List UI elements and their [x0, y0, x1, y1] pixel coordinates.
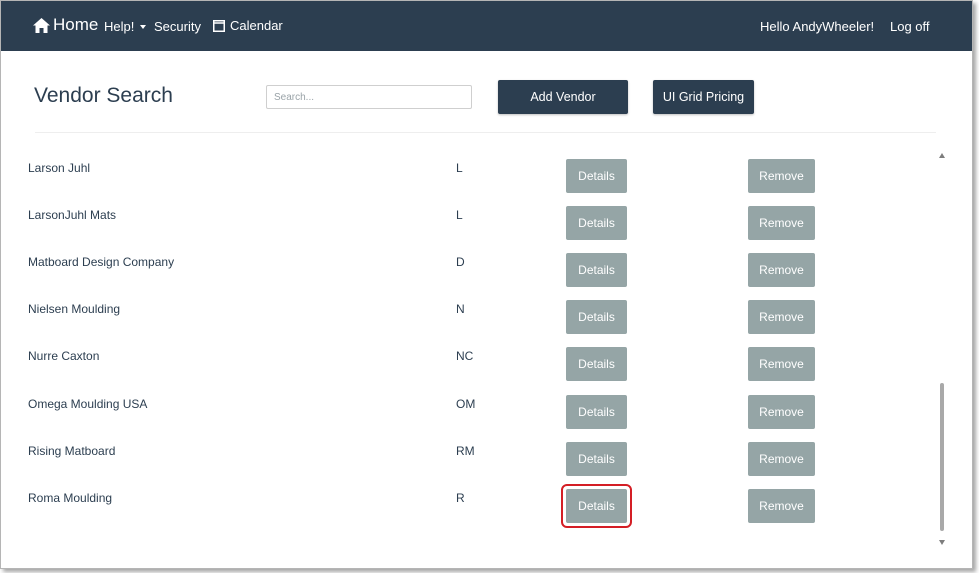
vendor-code: RM [456, 444, 475, 458]
vendor-list: Larson Juhl L Details Remove LarsonJuhl Mats… [1, 1, 972, 568]
details-highlight [561, 484, 632, 528]
vendor-code: OM [456, 397, 476, 411]
vendor-code: N [456, 302, 465, 316]
details-button[interactable]: Details [566, 300, 627, 334]
app-window: Home Help! Security Calendar Hello AndyW… [0, 0, 973, 569]
vendor-name: Matboard Design Company [28, 255, 175, 269]
details-button[interactable]: Details [566, 347, 627, 381]
remove-button[interactable]: Remove [748, 206, 815, 240]
remove-button[interactable]: Remove [748, 159, 815, 193]
vendor-code: R [456, 491, 465, 505]
details-button[interactable]: Details [566, 159, 627, 193]
remove-button[interactable]: Remove [748, 442, 815, 476]
vendor-name: Nielsen Moulding [28, 302, 121, 316]
details-button[interactable]: Details [566, 395, 627, 429]
remove-button[interactable]: Remove [748, 395, 815, 429]
vendor-code: NC [456, 349, 474, 363]
vendor-name: Nurre Caxton [28, 349, 100, 363]
scroll-down-icon[interactable] [939, 540, 945, 545]
details-button[interactable]: Details [566, 253, 627, 287]
details-button[interactable]: Details [566, 206, 627, 240]
remove-button[interactable]: Remove [748, 300, 815, 334]
vendor-code: D [456, 255, 465, 269]
scroll-up-icon[interactable] [939, 153, 945, 158]
remove-button[interactable]: Remove [748, 347, 815, 381]
vendor-name: Omega Moulding USA [28, 397, 148, 411]
vendor-name: Roma Moulding [28, 491, 113, 505]
vendor-name: Rising Matboard [28, 444, 116, 458]
scrollbar[interactable] [937, 151, 947, 547]
vendor-name: LarsonJuhl Mats [28, 208, 117, 222]
vendor-code: L [456, 161, 463, 175]
remove-button[interactable]: Remove [748, 253, 815, 287]
vendor-name: Larson Juhl [28, 161, 91, 175]
details-button[interactable]: Details [566, 442, 627, 476]
vendor-code: L [456, 208, 463, 222]
remove-button[interactable]: Remove [748, 489, 815, 523]
scrollbar-thumb[interactable] [940, 383, 944, 531]
